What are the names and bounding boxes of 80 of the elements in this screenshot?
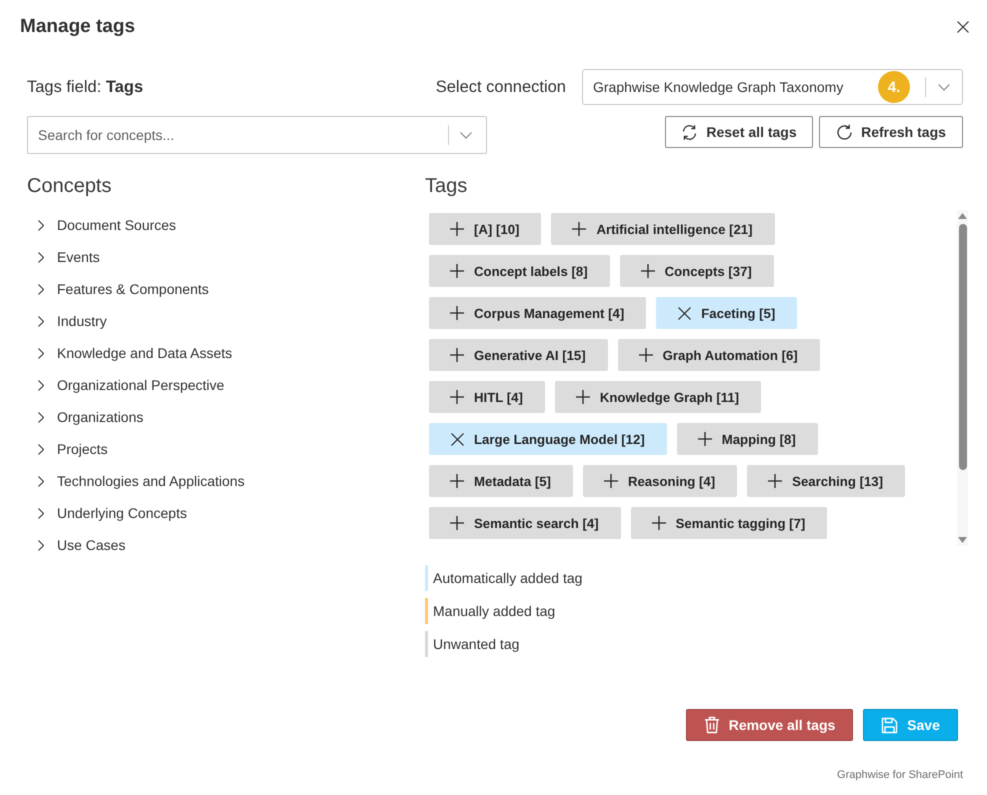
plus-icon [450, 306, 464, 320]
chevron-right-icon[interactable] [38, 252, 44, 262]
plus-icon [576, 390, 590, 404]
chevron-right-icon[interactable] [38, 220, 44, 230]
remove-all-button[interactable]: Remove all tags [686, 709, 853, 741]
concept-label[interactable]: Organizations [57, 409, 144, 425]
footer-text: Graphwise for SharePoint [837, 768, 963, 783]
reset-button[interactable]: Reset all tags [665, 116, 813, 148]
tag-chip[interactable]: Semantic tagging [7] [630, 507, 828, 539]
legend-label: Automatically added tag [433, 570, 582, 586]
plus-icon [450, 264, 464, 278]
tag-chip[interactable]: [A] [10] [429, 213, 542, 245]
chevron-right-icon[interactable] [38, 316, 44, 326]
tag-chip[interactable]: Knowledge Graph [11] [554, 381, 762, 413]
concept-label[interactable]: Knowledge and Data Assets [57, 345, 232, 361]
chevron-right-icon[interactable] [38, 380, 44, 390]
concept-label[interactable]: Organizational Perspective [57, 377, 224, 393]
tag-chip[interactable]: Artificial intelligence [21] [551, 213, 775, 245]
plus-icon [604, 474, 618, 488]
plus-icon [450, 474, 464, 488]
concept-label[interactable]: Features & Components [57, 281, 209, 297]
concepts-heading: Concepts [27, 174, 112, 199]
tag-chip[interactable]: Concepts [37] [620, 255, 774, 287]
chevron-right-icon[interactable] [38, 284, 44, 294]
save-icon [881, 716, 898, 734]
plus-icon [450, 390, 464, 404]
tag-chip[interactable]: HITL [4] [429, 381, 545, 413]
plus-icon [450, 348, 464, 362]
cross-icon [678, 306, 692, 320]
legend-label: Unwanted tag [433, 636, 520, 652]
concept-label[interactable]: Underlying Concepts [57, 505, 187, 521]
close-icon[interactable] [957, 21, 969, 33]
chevron-right-icon[interactable] [38, 348, 44, 358]
tags-heading: Tags [425, 174, 468, 199]
plus-icon [768, 474, 782, 488]
chevron-right-icon[interactable] [38, 444, 44, 454]
scrollbar[interactable] [957, 210, 968, 546]
refresh-button[interactable]: Refresh tags [819, 116, 963, 148]
cross-icon [451, 432, 464, 446]
chevron-right-icon[interactable] [38, 412, 44, 422]
tag-chip[interactable]: Semantic search [4] [429, 507, 621, 539]
sync-arrows-icon [681, 124, 698, 140]
scroll-up-arrow-icon[interactable] [958, 213, 967, 219]
plus-icon [698, 432, 712, 446]
tag-chip[interactable]: Mapping [8] [676, 423, 818, 455]
tag-chip[interactable]: Searching [13] [747, 465, 906, 497]
connection-label: Select connection [436, 78, 566, 96]
concept-label[interactable]: Industry [57, 313, 107, 329]
scroll-down-arrow-icon[interactable] [958, 537, 967, 543]
circular-arrow-icon [836, 124, 854, 140]
plus-icon [572, 222, 586, 236]
chevron-down-icon[interactable] [460, 132, 472, 138]
plus-icon [450, 516, 464, 530]
search-field[interactable]: Search for concepts... [27, 116, 487, 154]
plus-icon [640, 264, 655, 278]
concept-label[interactable]: Document Sources [57, 217, 176, 233]
tag-chip[interactable]: Large Language Model [12] [429, 423, 667, 455]
legend-label: Manually added tag [433, 603, 556, 619]
plus-icon [652, 516, 666, 530]
concept-label[interactable]: Use Cases [57, 537, 126, 553]
trash-icon [704, 716, 720, 734]
scrollbar-thumb[interactable] [958, 224, 966, 470]
tag-chip[interactable]: Reasoning [4] [582, 465, 738, 497]
tag-chip[interactable]: Concept labels [8] [429, 255, 610, 287]
chevron-right-icon[interactable] [38, 508, 44, 518]
chevron-down-icon[interactable] [938, 84, 950, 90]
dialog-title: Manage tags [20, 15, 136, 39]
concept-label[interactable]: Technologies and Applications [57, 473, 245, 489]
tag-chip[interactable]: Generative AI [15] [429, 339, 608, 371]
concept-label[interactable]: Projects [57, 441, 108, 457]
plus-icon [638, 348, 653, 362]
tag-chip[interactable]: Faceting [5] [656, 297, 798, 329]
tag-chip[interactable]: Graph Automation [6] [618, 339, 820, 371]
tag-chip[interactable]: Metadata [5] [429, 465, 573, 497]
tag-chip[interactable]: Corpus Management [4] [429, 297, 646, 329]
chevron-right-icon[interactable] [38, 476, 44, 486]
plus-icon [450, 222, 464, 236]
concept-label[interactable]: Events [57, 249, 100, 265]
tags-field-label: Tags field: Tags [27, 78, 144, 96]
chevron-right-icon[interactable] [38, 540, 44, 550]
